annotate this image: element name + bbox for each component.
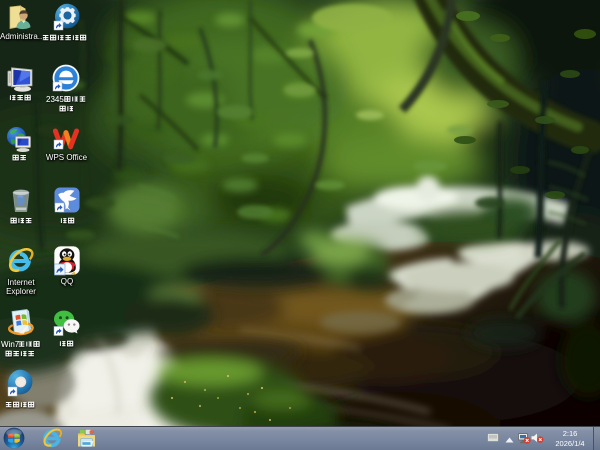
svg-text:Win7: Win7 bbox=[1, 340, 20, 349]
svg-text:2345: 2345 bbox=[46, 94, 64, 103]
